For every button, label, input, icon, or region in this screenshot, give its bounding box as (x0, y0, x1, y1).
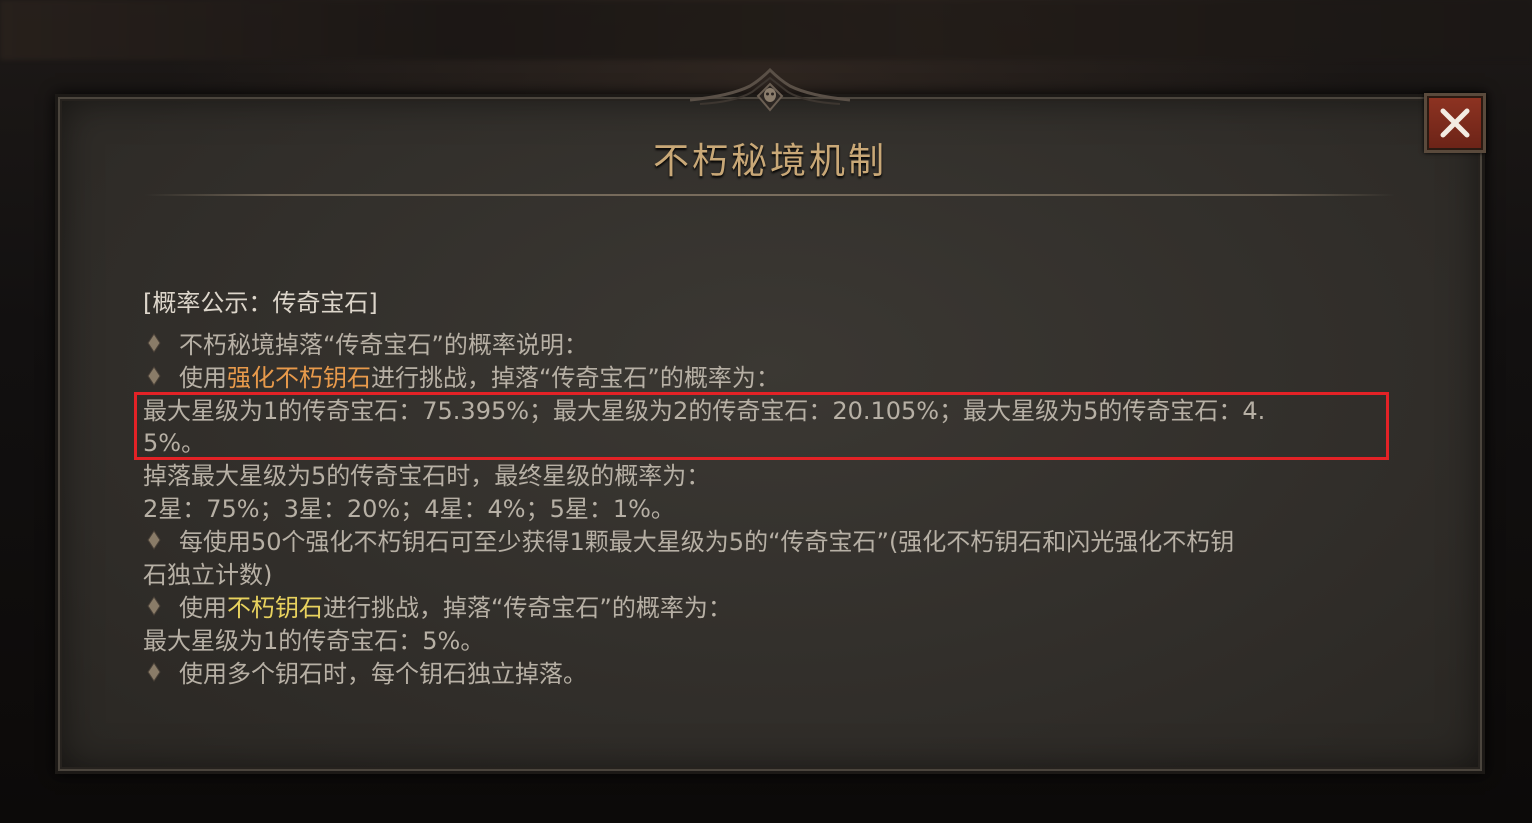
diamond-bullet-icon (143, 366, 179, 386)
enhanced-keystone-label: 强化不朽钥石 (227, 364, 371, 392)
list-item: 不朽秘境掉落“传奇宝石”的概率说明： (143, 328, 588, 362)
dialog-title: 不朽秘境机制 (652, 141, 887, 182)
diamond-bullet-icon (143, 662, 179, 682)
title-divider (145, 194, 1395, 196)
star-rates-intro: 掉落最大星级为5的传奇宝石时，最终星级的概率为： (143, 462, 711, 490)
section-header: [概率公示：传奇宝石] (143, 289, 378, 317)
close-button[interactable] (1424, 93, 1486, 153)
list-item-continued: 石独立计数) (143, 561, 273, 589)
list-item: 每使用50个强化不朽钥石可至少获得1颗最大星级为5的“传奇宝石”(强化不朽钥石和… (143, 525, 1234, 559)
keystone-label: 不朽钥石 (227, 594, 323, 622)
diamond-bullet-icon (143, 333, 179, 353)
close-icon (1440, 108, 1470, 138)
list-item: 使用不朽钥石进行挑战，掉落“传奇宝石”的概率为： (143, 591, 732, 625)
skull-ornament-icon (690, 67, 850, 112)
star-rates: 2星：75%；3星：20%；4星：4%；5星：1%。 (143, 495, 675, 523)
blurred-game-hud (0, 0, 1532, 60)
diamond-bullet-icon (143, 596, 179, 616)
list-item: 使用强化不朽钥石进行挑战，掉落“传奇宝石”的概率为： (143, 361, 780, 395)
red-highlight-annotation (134, 392, 1389, 460)
diamond-bullet-icon (143, 530, 179, 550)
basic-rate: 最大星级为1的传奇宝石：5%。 (143, 627, 485, 655)
list-item: 使用多个钥石时，每个钥石独立掉落。 (143, 657, 587, 691)
